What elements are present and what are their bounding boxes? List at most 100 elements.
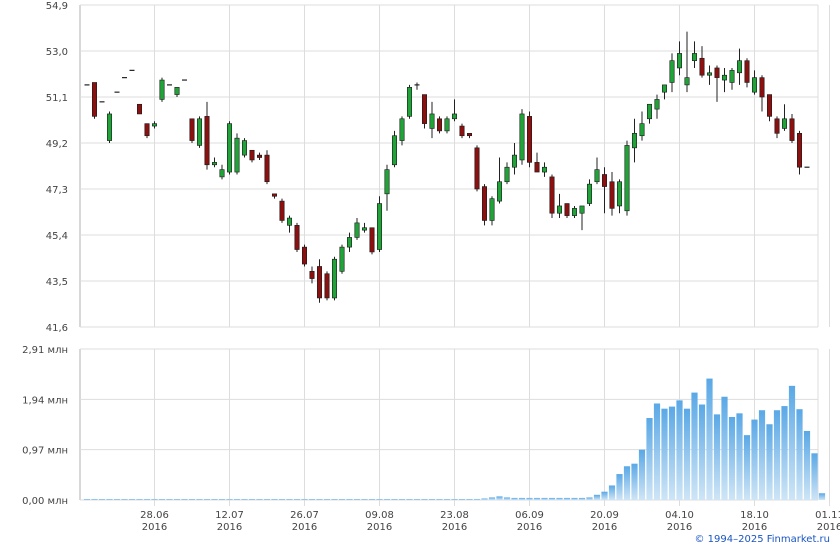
candle <box>654 94 660 119</box>
candle <box>744 58 750 88</box>
volume-bar <box>691 392 698 500</box>
price-y-tick-label: 41,6 <box>46 323 68 334</box>
volume-bar <box>481 498 488 500</box>
finance-chart: 54,9 53,0 51,1 49,2 47,3 45,4 43,5 41,6 2,91 мл… <box>22 1 840 533</box>
volume-bar <box>503 497 511 500</box>
candle <box>669 53 675 93</box>
candle <box>264 150 270 185</box>
x-tick-year: 2016 <box>742 522 767 533</box>
volume-bar <box>458 499 466 500</box>
volume-bar <box>323 499 331 500</box>
volume-bar <box>496 496 503 500</box>
candle <box>324 271 330 301</box>
candle <box>152 121 158 129</box>
candle <box>331 256 337 301</box>
candle <box>466 133 472 139</box>
volume-bar <box>811 453 818 500</box>
volume-bar <box>398 499 406 500</box>
volume-bar <box>443 499 451 500</box>
volume-bar <box>593 494 601 500</box>
candle <box>774 116 780 139</box>
candle <box>706 65 712 85</box>
volume-bar <box>113 499 121 500</box>
volume-bar <box>766 424 773 500</box>
volume-bar <box>578 497 586 500</box>
volume-bar <box>353 499 361 500</box>
candle <box>504 162 510 185</box>
volume-bar <box>736 413 743 500</box>
candle <box>414 82 420 90</box>
volume-bar <box>451 499 458 500</box>
candle <box>759 75 765 112</box>
volume-y-tick-label: 0,97 млн <box>22 446 68 457</box>
volume-bar <box>781 406 788 500</box>
volume-bar <box>518 497 526 500</box>
volume-bar <box>98 499 106 500</box>
volume-bar <box>173 499 181 500</box>
candle <box>474 145 480 192</box>
volume-bar <box>721 396 728 500</box>
volume-bar <box>286 499 293 500</box>
volume-bar <box>706 378 713 500</box>
candle <box>384 164 390 211</box>
volume-bar <box>601 491 608 500</box>
volume-bar <box>151 499 158 500</box>
price-y-tick-label: 45,4 <box>46 231 68 242</box>
candle <box>534 152 540 173</box>
x-tick-date: 23.08 <box>440 510 469 521</box>
candle <box>354 218 360 240</box>
candle <box>301 244 307 267</box>
candle <box>159 77 165 102</box>
candle <box>511 143 517 175</box>
candle <box>601 167 607 214</box>
volume-bar <box>533 497 541 500</box>
volume-bar <box>751 419 758 500</box>
volume-bar <box>211 499 218 500</box>
price-y-tick-label: 47,3 <box>46 185 68 196</box>
candle <box>691 41 697 68</box>
x-tick-year: 2016 <box>517 522 542 533</box>
candle <box>676 41 682 76</box>
candle <box>279 198 285 223</box>
volume-bar <box>308 499 316 500</box>
volume-bar <box>331 499 338 500</box>
candle <box>429 101 435 139</box>
candle <box>721 67 727 93</box>
candle <box>586 179 592 206</box>
volume-bar <box>383 499 391 500</box>
volume-y-tick-label: 0,00 млн <box>22 496 68 507</box>
candle <box>751 70 757 95</box>
candle <box>556 193 562 219</box>
candle <box>541 162 547 177</box>
volume-bar <box>653 403 661 500</box>
candle <box>189 118 195 143</box>
candle <box>639 111 645 141</box>
volume-bar <box>83 499 91 500</box>
candle <box>256 152 262 160</box>
candle <box>286 215 292 233</box>
volume-bar <box>376 499 383 500</box>
candle <box>234 133 240 175</box>
candle <box>459 123 465 139</box>
candle <box>564 203 570 219</box>
volume-bar <box>683 408 691 500</box>
volume-bar <box>271 499 278 500</box>
candle <box>781 104 787 131</box>
x-tick-date: 01.11 <box>815 510 840 521</box>
candle <box>714 65 720 102</box>
candle <box>796 130 802 175</box>
candle <box>316 259 322 303</box>
volume-bar <box>226 499 233 500</box>
volume-bar <box>91 499 98 500</box>
volume-bar <box>698 404 706 500</box>
candle <box>624 140 630 216</box>
volume-bar <box>638 449 646 500</box>
volume-bar <box>128 499 136 500</box>
candle <box>294 222 300 252</box>
candle <box>144 123 150 139</box>
volume-bar <box>646 418 653 500</box>
volume-bar <box>166 499 173 500</box>
price-y-tick-label: 53,0 <box>46 47 68 58</box>
candle <box>339 244 345 274</box>
volume-bar <box>368 499 376 500</box>
